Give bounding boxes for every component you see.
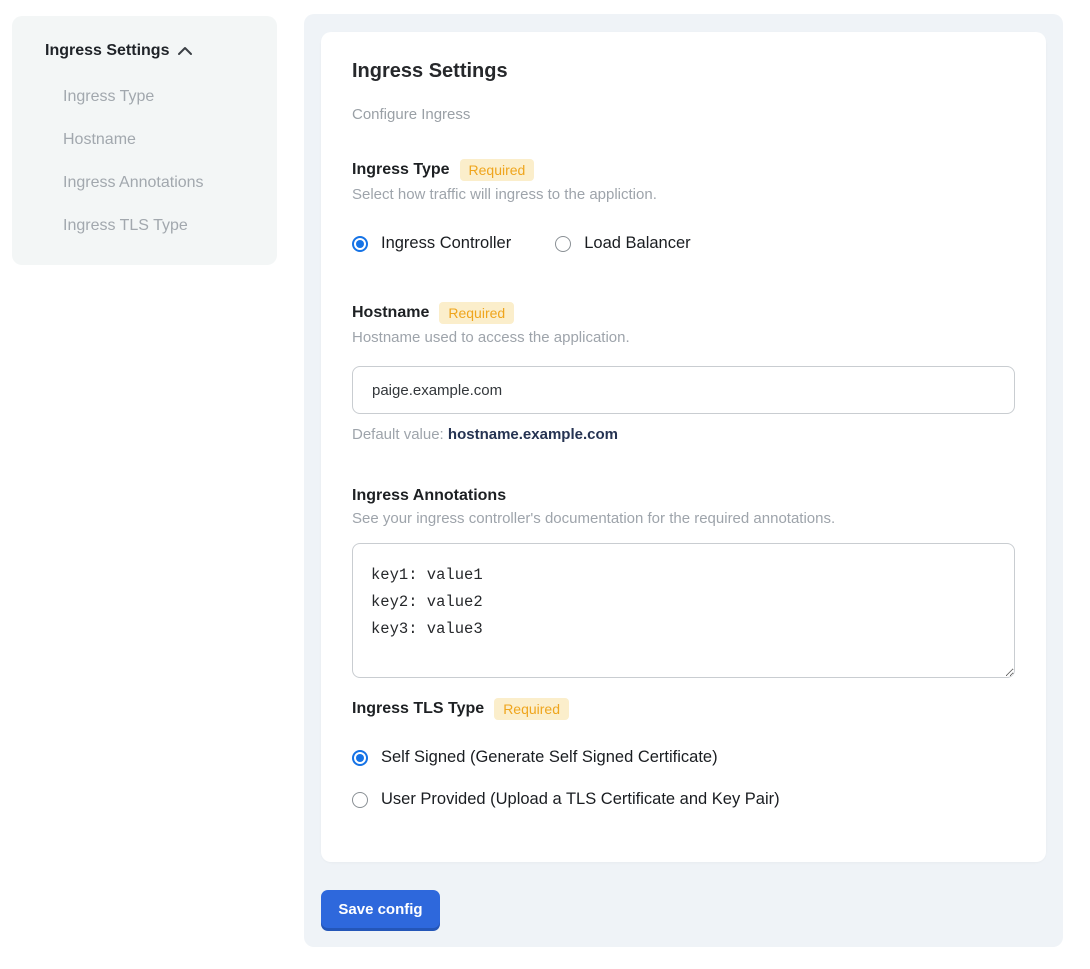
ingress-settings-card: Ingress Settings Configure Ingress Ingre… [321, 32, 1046, 862]
required-badge: Required [494, 698, 569, 720]
ingress-type-description: Select how traffic will ingress to the a… [352, 186, 1015, 203]
radio-selected-icon[interactable] [352, 236, 368, 252]
required-badge: Required [460, 159, 535, 181]
sidebar-item-list: Ingress Type Hostname Ingress Annotation… [45, 88, 257, 235]
sidebar-group-label: Ingress Settings [45, 42, 169, 60]
ingress-tls-type-label: Ingress TLS Type [352, 700, 484, 718]
hostname-default-value: Default value: hostname.example.com [352, 426, 1015, 443]
hostname-description: Hostname used to access the application. [352, 329, 1015, 346]
radio-ingress-controller[interactable]: Ingress Controller [352, 234, 511, 253]
default-value-text: hostname.example.com [448, 426, 618, 443]
ingress-type-options: Ingress Controller Load Balancer [352, 234, 1015, 253]
required-badge: Required [439, 302, 514, 324]
radio-load-balancer[interactable]: Load Balancer [555, 234, 690, 253]
hostname-input[interactable] [352, 366, 1015, 414]
section-hostname: Hostname Required Hostname used to acces… [352, 302, 1015, 443]
radio-self-signed[interactable]: Self Signed (Generate Self Signed Certif… [352, 748, 1015, 767]
ingress-type-label: Ingress Type [352, 161, 450, 179]
radio-label: Ingress Controller [381, 234, 511, 253]
settings-panel: Ingress Settings Configure Ingress Ingre… [304, 14, 1063, 947]
sidebar-group-ingress-settings[interactable]: Ingress Settings [45, 42, 257, 60]
section-ingress-annotations: Ingress Annotations See your ingress con… [352, 487, 1015, 678]
page-title: Ingress Settings [352, 60, 1015, 83]
sidebar-item-ingress-annotations[interactable]: Ingress Annotations [63, 174, 257, 192]
sidebar-item-hostname[interactable]: Hostname [63, 131, 257, 149]
chevron-up-icon [177, 46, 193, 56]
radio-unselected-icon[interactable] [555, 236, 571, 252]
ingress-annotations-textarea[interactable]: key1: value1 key2: value2 key3: value3 [352, 543, 1015, 678]
radio-label: Load Balancer [584, 234, 690, 253]
save-config-button[interactable]: Save config [321, 890, 440, 928]
ingress-annotations-description: See your ingress controller's documentat… [352, 510, 1015, 527]
default-value-prefix: Default value: [352, 426, 444, 443]
sidebar-item-ingress-tls-type[interactable]: Ingress TLS Type [63, 217, 257, 235]
ingress-tls-type-options: Self Signed (Generate Self Signed Certif… [352, 748, 1015, 809]
page-subtitle: Configure Ingress [352, 106, 1015, 123]
radio-unselected-icon[interactable] [352, 792, 368, 808]
section-ingress-type: Ingress Type Required Select how traffic… [352, 159, 1015, 253]
sidebar-item-ingress-type[interactable]: Ingress Type [63, 88, 257, 106]
radio-selected-icon[interactable] [352, 750, 368, 766]
radio-label: User Provided (Upload a TLS Certificate … [381, 790, 780, 809]
settings-sidebar: Ingress Settings Ingress Type Hostname I… [12, 16, 277, 265]
section-ingress-tls-type: Ingress TLS Type Required Self Signed (G… [352, 698, 1015, 809]
ingress-annotations-label: Ingress Annotations [352, 487, 506, 505]
hostname-label: Hostname [352, 304, 429, 322]
radio-user-provided[interactable]: User Provided (Upload a TLS Certificate … [352, 790, 1015, 809]
radio-label: Self Signed (Generate Self Signed Certif… [381, 748, 718, 767]
